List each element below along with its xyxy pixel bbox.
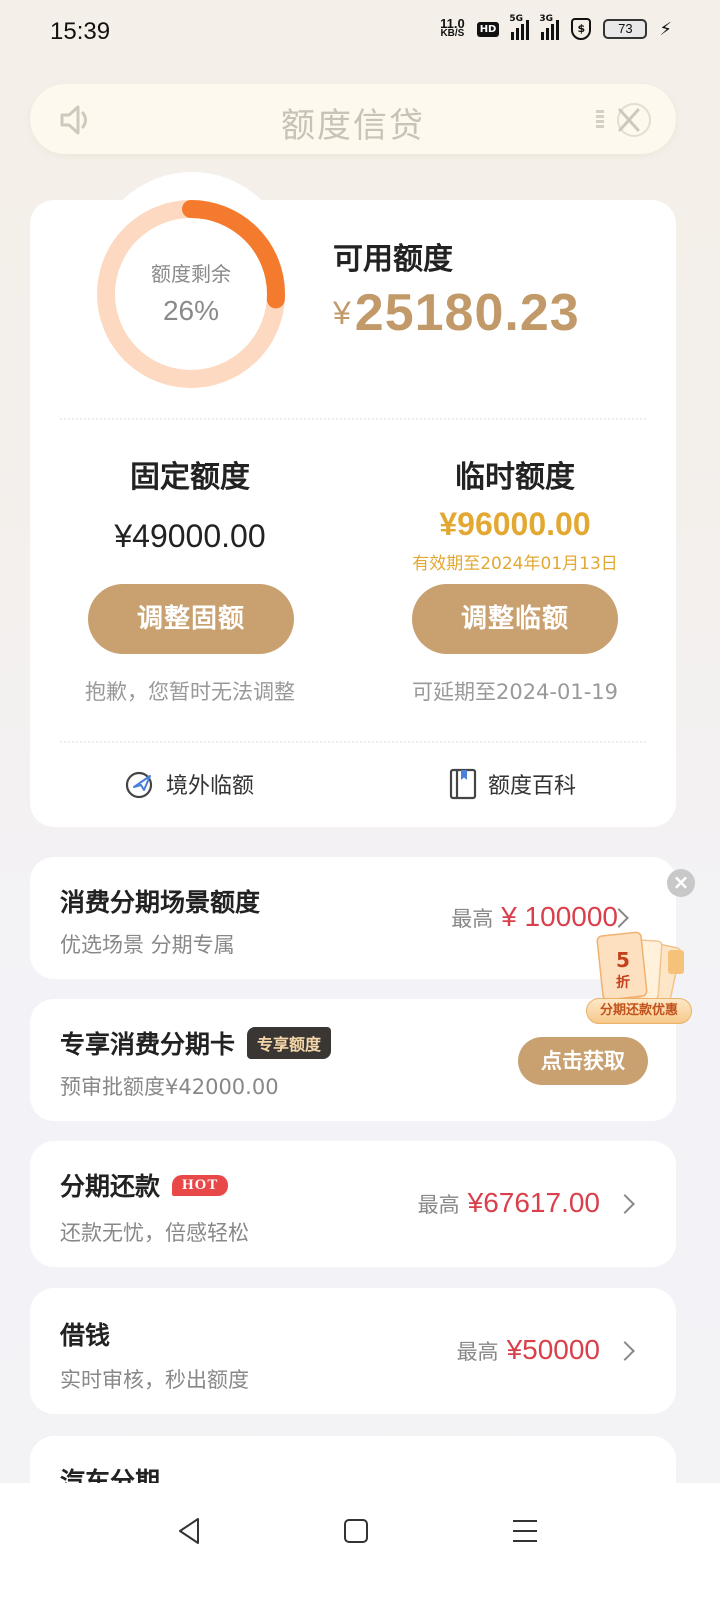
row-prefix: 最高 [456,1340,499,1364]
net-speed: 11.0 KB/S [440,17,465,39]
system-nav-bar [0,1483,720,1600]
row-title: 专享消费分期卡 [60,1030,236,1059]
fixed-title: 固定额度 [130,460,250,495]
promo-discount: 5 折 [608,950,638,993]
header-bar: 额度信贷 [30,84,676,154]
exclusive-tag: 专享额度 [247,1027,332,1059]
hot-tag: HOT [172,1174,229,1196]
exclusive-card-row[interactable]: 专享消费分期卡 专享额度 预审批额度¥42000.00 点击获取 [30,999,676,1121]
temp-validity: 有效期至2024年01月13日 [412,554,618,574]
promo-number: 5 [616,948,630,972]
temp-note: 可延期至2024-01-19 [411,680,619,704]
signal-5g-label: 5G [509,14,524,24]
ring-center: 额度剩余 26% [96,258,286,327]
status-bar: 15:39 11.0 KB/S HD 5G 3G $ 73 ⚡ [0,0,720,64]
available-label: 可用额度 [333,242,453,277]
temp-title: 临时额度 [455,460,575,495]
promo-label[interactable]: 分期还款优惠 [586,998,692,1024]
temp-quota: 临时额度 ¥96000.00 有效期至2024年01月13日 [365,452,665,574]
ring-label: 额度剩余 [151,262,231,286]
quota-wiki-link[interactable]: 额度百科 [448,768,576,800]
shield-icon: $ [571,18,592,40]
ring-percent: 26% [162,295,220,326]
row-title: 借钱 [60,1321,111,1350]
signal-3g-icon: 3G [539,14,560,40]
divider [60,741,646,743]
row-value: ¥ 100000 [501,901,618,932]
row-title: 分期还款 [60,1172,161,1201]
adjust-fixed-button[interactable]: 调整固额 [88,584,294,654]
overseas-quota-label: 境外临额 [166,774,255,799]
signal-3g-label: 3G [539,14,554,24]
battery-icon: 73 [603,19,648,39]
promo-close-icon[interactable]: × [667,869,695,897]
row-subtitle: 实时审核，秒出额度 [60,1368,249,1392]
row-title-wrap: 专享消费分期卡 专享额度 [60,1025,332,1061]
row-subtitle: 还款无忧，倍感轻松 [60,1221,249,1245]
fixed-note: 抱歉，您暂时无法调整 [85,680,295,704]
row-subtitle: 优选场景 分期专属 [60,933,235,957]
chevron-right-icon [615,1194,635,1214]
row-title-wrap: 分期还款 HOT [60,1167,229,1203]
fixed-amount: ¥49000.00 [114,518,266,554]
row-amount: 最高 ¥ 100000 [451,901,618,933]
charging-icon: ⚡ [659,18,672,40]
row-value: ¥67617.00 [467,1187,600,1218]
overseas-quota-link[interactable]: 境外临额 [124,768,254,800]
recents-icon[interactable] [505,1511,545,1551]
menu-icon[interactable] [596,110,604,132]
book-icon [449,768,477,800]
borrow-row[interactable]: 借钱 实时审核，秒出额度 最高 ¥50000 [30,1288,676,1414]
available-amount: ¥25180.23 [333,283,580,343]
status-time: 15:39 [50,18,111,45]
net-speed-unit: KB/S [440,28,465,39]
chevron-right-icon [615,1341,635,1361]
available-currency: ¥ [333,295,351,331]
row-prefix: 最高 [451,907,494,931]
available-value: 25180.23 [354,284,580,342]
close-icon[interactable] [612,100,652,140]
signal-5g-icon: 5G [509,14,530,40]
get-button[interactable]: 点击获取 [518,1037,648,1085]
row-amount: 最高 ¥50000 [457,1334,600,1366]
installment-repay-row[interactable]: 分期还款 HOT 还款无忧，倍感轻松 最高 ¥67617.00 [30,1141,676,1267]
divider [60,418,646,420]
hd-icon: HD [476,21,500,37]
row-prefix: 最高 [417,1193,460,1217]
row-title: 消费分期场景额度 [60,888,261,917]
row-value: ¥50000 [506,1334,600,1365]
quota-wiki-label: 额度百科 [488,774,577,799]
consume-installment-row[interactable]: 消费分期场景额度 优选场景 分期专属 最高 ¥ 100000 [30,857,676,979]
row-subtitle: 预审批额度¥42000.00 [60,1075,279,1099]
back-icon[interactable] [170,1511,210,1551]
plane-icon [125,771,153,799]
fixed-quota: 固定额度 ¥49000.00 [40,452,340,555]
row-amount: 最高 ¥67617.00 [418,1187,600,1219]
temp-amount: ¥96000.00 [439,506,591,542]
adjust-temp-button[interactable]: 调整临额 [412,584,618,654]
home-icon[interactable] [336,1511,376,1551]
promo-unit: 折 [616,975,630,991]
page-title: 额度信贷 [281,106,425,146]
status-icons: 11.0 KB/S HD 5G 3G $ 73 ⚡ [440,14,672,40]
